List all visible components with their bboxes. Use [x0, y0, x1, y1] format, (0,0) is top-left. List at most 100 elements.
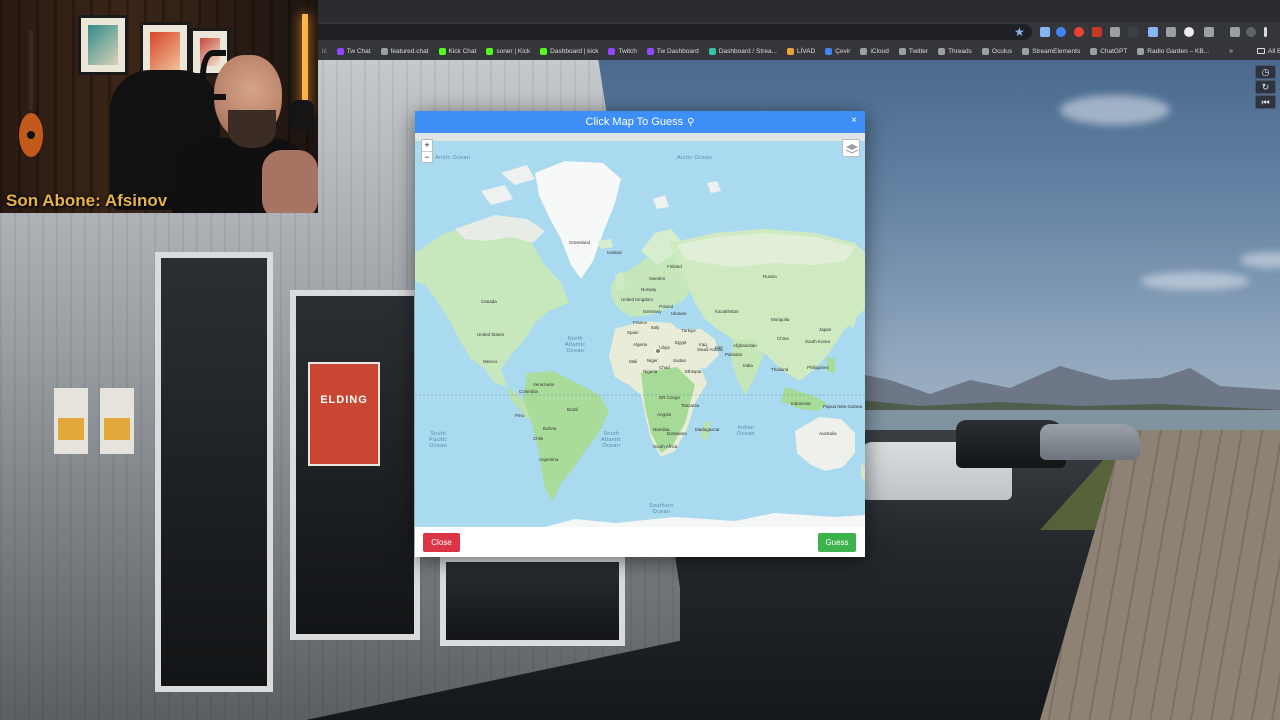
- extension-icon[interactable]: [1128, 27, 1138, 37]
- zoom-in-button[interactable]: +: [422, 140, 432, 151]
- country-label: Türkiye: [681, 328, 696, 333]
- country-label: South Korea: [805, 339, 831, 344]
- bookmark-item[interactable]: Twitter: [898, 47, 928, 55]
- country-label: Colombia: [519, 389, 539, 394]
- country-label: Finland: [667, 264, 682, 269]
- country-label: United Kingdom: [621, 297, 654, 302]
- bookmark-favicon-icon: [486, 47, 494, 55]
- bookmark-label: featured.chat: [390, 47, 429, 55]
- country-label: Sudan: [673, 358, 687, 363]
- country-label: Pakistan: [725, 352, 743, 357]
- bookmark-item[interactable]: Threads: [938, 47, 972, 55]
- country-label: Papua New Guinea: [823, 404, 863, 409]
- bookmark-item[interactable]: soner | Kick: [486, 47, 530, 55]
- country-label: Iceland: [607, 250, 622, 255]
- country-label: Bolivia: [543, 426, 557, 431]
- bookmark-item[interactable]: Çevir: [825, 47, 850, 55]
- ocean-label: North Atlantic Ocean: [565, 336, 586, 354]
- country-label: Philippines: [807, 365, 829, 370]
- landmass-australia: [795, 417, 855, 471]
- bookmark-favicon-icon: [336, 47, 344, 55]
- bookmark-favicon-icon: [825, 47, 833, 55]
- star-icon[interactable]: ★: [1014, 25, 1025, 39]
- bookmark-item[interactable]: Dashboard / Strea...: [708, 47, 777, 55]
- bookmark-favicon-icon: [898, 47, 906, 55]
- extension-icon[interactable]: [1184, 27, 1194, 37]
- bookmark-item[interactable]: ChatGPT: [1090, 47, 1127, 55]
- country-label: Mongolia: [771, 317, 790, 322]
- country-label: Nigeria: [643, 369, 658, 374]
- country-label: Botswana: [667, 431, 687, 436]
- extension-icon[interactable]: [1110, 27, 1120, 37]
- guess-map-modal: Click Map To Guess ⚲ × + − Arctic Ocean …: [415, 111, 865, 557]
- extension-icon[interactable]: [1092, 27, 1102, 37]
- notice-sign: [100, 388, 134, 454]
- bookmark-item[interactable]: Kick Chat: [438, 47, 476, 55]
- bookmark-favicon-icon: [380, 47, 388, 55]
- bookmark-label: Radio Garden – KB...: [1147, 47, 1210, 55]
- bookmark-label: StreamElements: [1032, 47, 1081, 55]
- country-label: Chad: [659, 365, 670, 370]
- bookmark-item[interactable]: StreamElements: [1022, 47, 1081, 55]
- country-label: Madagascar: [695, 427, 720, 432]
- bookmark-fragment: ić: [322, 47, 327, 55]
- country-label: China: [777, 336, 789, 341]
- bookmark-item[interactable]: LİVAD: [786, 47, 815, 55]
- modal-close-x[interactable]: ×: [851, 111, 857, 131]
- bookmark-favicon-icon: [938, 47, 946, 55]
- layers-icon[interactable]: [842, 139, 860, 157]
- lamp: [302, 14, 308, 114]
- bookmark-label: Dashboard | kick: [550, 47, 599, 55]
- extension-icon[interactable]: [1040, 27, 1050, 37]
- world-map-canvas[interactable]: [415, 133, 865, 527]
- landmass-antarctica: [545, 513, 865, 527]
- cloud: [1140, 272, 1250, 290]
- bookmark-label: Twitch: [618, 47, 637, 55]
- bookmarks-bar: ić Tw Chat featured.chat Kick Chat soner | …: [318, 42, 1280, 60]
- refresh-icon[interactable]: ↻: [1255, 80, 1276, 94]
- country-label: Norway: [641, 287, 657, 292]
- layers-glyph: [845, 144, 859, 154]
- rewind-icon[interactable]: ⏮: [1255, 95, 1276, 109]
- profile-avatar[interactable]: [1246, 27, 1256, 37]
- extension-icon[interactable]: [1148, 27, 1158, 37]
- bookmark-item[interactable]: featured.chat: [380, 47, 429, 55]
- reading-list-icon[interactable]: [1230, 27, 1240, 37]
- menu-icon[interactable]: [1264, 27, 1267, 37]
- zoom-out-button[interactable]: −: [422, 151, 432, 162]
- bookmarks-overflow-button[interactable]: »: [1229, 48, 1233, 55]
- country-label: Germany: [643, 309, 662, 314]
- extension-icon[interactable]: [1166, 27, 1176, 37]
- country-label: Angola: [657, 412, 672, 417]
- bookmark-item[interactable]: Radio Garden – KB...: [1137, 47, 1210, 55]
- address-field[interactable]: [318, 24, 1032, 40]
- ocean-label: Arctic Ocean: [435, 155, 471, 161]
- bookmark-item[interactable]: iCloud: [860, 47, 889, 55]
- country-label: Niger: [647, 358, 658, 363]
- extension-icon[interactable]: [1074, 27, 1084, 37]
- streamer-arm: [262, 150, 318, 213]
- parked-car: [1040, 424, 1140, 460]
- bookmark-item[interactable]: Oculus: [981, 47, 1012, 55]
- country-label: Argentina: [539, 457, 559, 462]
- bookmark-favicon-icon: [438, 47, 446, 55]
- country-label: India: [743, 363, 753, 368]
- compass-icon[interactable]: ◷: [1255, 65, 1276, 79]
- map-top-strip: [415, 133, 865, 141]
- country-label: Australia: [819, 431, 837, 436]
- guess-button[interactable]: Guess: [818, 533, 856, 552]
- address-bar-row: ★: [318, 22, 1280, 42]
- bookmark-item[interactable]: Twitch: [608, 47, 637, 55]
- country-label: Spain: [627, 330, 639, 335]
- extensions-puzzle-icon[interactable]: [1204, 27, 1214, 37]
- country-label: Kazakhstan: [715, 309, 739, 314]
- all-bookmarks-button[interactable]: All Bookmarks: [1257, 48, 1280, 55]
- world-map[interactable]: + − Arctic Ocean Arctic Ocean North Atla…: [415, 133, 865, 527]
- bookmark-item[interactable]: Tw Chat: [336, 47, 371, 55]
- bookmark-item[interactable]: Dashboard | kick: [540, 47, 599, 55]
- extension-icon[interactable]: [1056, 27, 1066, 37]
- close-button[interactable]: Close: [423, 533, 460, 552]
- bookmark-item[interactable]: Tw Dashboard: [646, 47, 699, 55]
- country-label: Thailand: [771, 367, 789, 372]
- headphones-icon: [200, 50, 226, 100]
